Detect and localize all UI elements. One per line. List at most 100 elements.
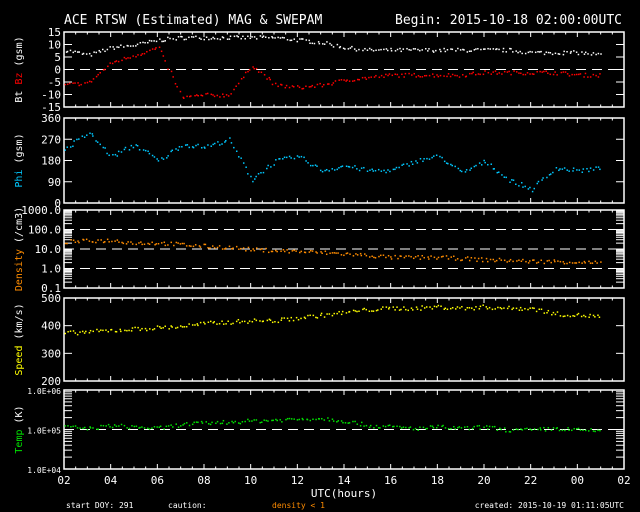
speed-data-point [221, 320, 223, 322]
speed-data-point [371, 310, 373, 312]
speed-data-point [253, 318, 256, 320]
bt-data-point [463, 49, 465, 51]
bz-data-point [268, 76, 271, 79]
temp-data-point [382, 425, 385, 427]
temp-data-point [426, 427, 428, 430]
bt-data-point [400, 50, 402, 53]
speed-data-point [358, 310, 360, 313]
bt-data-point [162, 40, 165, 43]
bz-data-point [436, 74, 438, 76]
density-data-point [157, 243, 160, 245]
phi-data-point [229, 137, 231, 139]
phi-data-point [195, 144, 197, 147]
chart-title: ACE RTSW (Estimated) MAG & SWEPAM [64, 13, 322, 28]
temp-data-point [255, 419, 258, 421]
speed-data-point [488, 306, 491, 309]
density-data-point [554, 260, 556, 263]
temp-data-point [599, 429, 601, 432]
density-data-point [83, 239, 85, 241]
density-data-point [543, 262, 546, 265]
temp-data-point [285, 418, 287, 421]
temp-data-point [153, 426, 156, 428]
phi-data-point [132, 146, 135, 149]
speed-data-point [518, 309, 521, 311]
speed-y-axis-label: Speed (km/s) [14, 303, 25, 375]
phi-data-point [599, 168, 601, 171]
bt-data-point [190, 36, 193, 38]
bt-data-point [496, 48, 498, 50]
density-data-point [282, 248, 285, 251]
bz-data-point [123, 56, 126, 59]
bz-data-point [186, 95, 188, 98]
density-data-point [461, 259, 463, 261]
speed-data-point [407, 309, 409, 312]
speed-data-point [392, 306, 395, 308]
bz-data-point [391, 74, 394, 77]
phi-data-point [270, 166, 272, 168]
bt-data-point [113, 48, 116, 50]
density-data-point [574, 262, 576, 264]
temp-data-point [444, 427, 447, 429]
bz-data-point [571, 73, 573, 76]
phi-data-point [106, 152, 108, 155]
density-data-point [190, 245, 192, 247]
bt-data-point [517, 51, 519, 54]
bz-data-point [183, 97, 185, 99]
phi-data-point [99, 143, 101, 146]
temp-data-point [488, 425, 491, 428]
bt-data-point [118, 46, 120, 49]
phi-data-point [536, 182, 539, 185]
density-data-point [267, 251, 270, 254]
phi-data-point [428, 158, 431, 160]
bt-data-point [286, 39, 289, 41]
density-data-point [295, 250, 297, 252]
phi-data-point [69, 146, 72, 148]
bt-data-point [432, 51, 435, 53]
density-data-point [125, 243, 128, 245]
bz-data-point [135, 56, 137, 58]
bt-data-point [537, 50, 539, 53]
bt-data-point [545, 51, 548, 53]
bt-data-point [492, 48, 495, 50]
bt-data-point [380, 48, 382, 51]
density-data-point [378, 255, 380, 258]
phi-data-point [197, 143, 199, 146]
speed-data-point [160, 327, 162, 330]
temp-data-point [185, 422, 188, 424]
speed-data-point [323, 316, 326, 318]
density-data-point [177, 242, 179, 244]
bt-data-point [322, 43, 324, 45]
phi-data-point [260, 172, 262, 174]
temp-data-point [265, 419, 268, 422]
temp-data-point [479, 428, 481, 431]
density-data-point [557, 260, 559, 262]
phi-data-point [387, 169, 389, 171]
bz-data-point [595, 74, 597, 77]
density-data-point [276, 250, 278, 253]
phi-data-point [385, 171, 387, 174]
bz-data-point [428, 74, 431, 77]
phi-data-point [138, 149, 141, 151]
phi-data-point [457, 167, 460, 170]
bz-data-point [552, 73, 555, 76]
bz-data-point [305, 85, 307, 88]
density-data-point [495, 259, 498, 262]
bt-data-point [569, 52, 572, 54]
bz-data-point [520, 72, 522, 75]
bz-data-point [154, 48, 156, 51]
speed-data-point [362, 308, 364, 311]
bt-data-point [444, 50, 447, 53]
bz-data-point [477, 73, 480, 75]
speed-data-point [312, 314, 315, 317]
density-data-point [464, 257, 467, 259]
temp-data-point [275, 418, 277, 421]
phi-y-tick-label: 90 [48, 176, 61, 189]
bt-data-point [480, 48, 482, 51]
caution-density-note: density < 1 [272, 501, 325, 510]
speed-data-point [141, 327, 143, 330]
bt-data-point [281, 36, 284, 39]
phi-data-point [135, 144, 137, 146]
bt-data-point [570, 50, 572, 53]
temp-data-point [544, 430, 547, 432]
density-data-point [250, 250, 252, 252]
